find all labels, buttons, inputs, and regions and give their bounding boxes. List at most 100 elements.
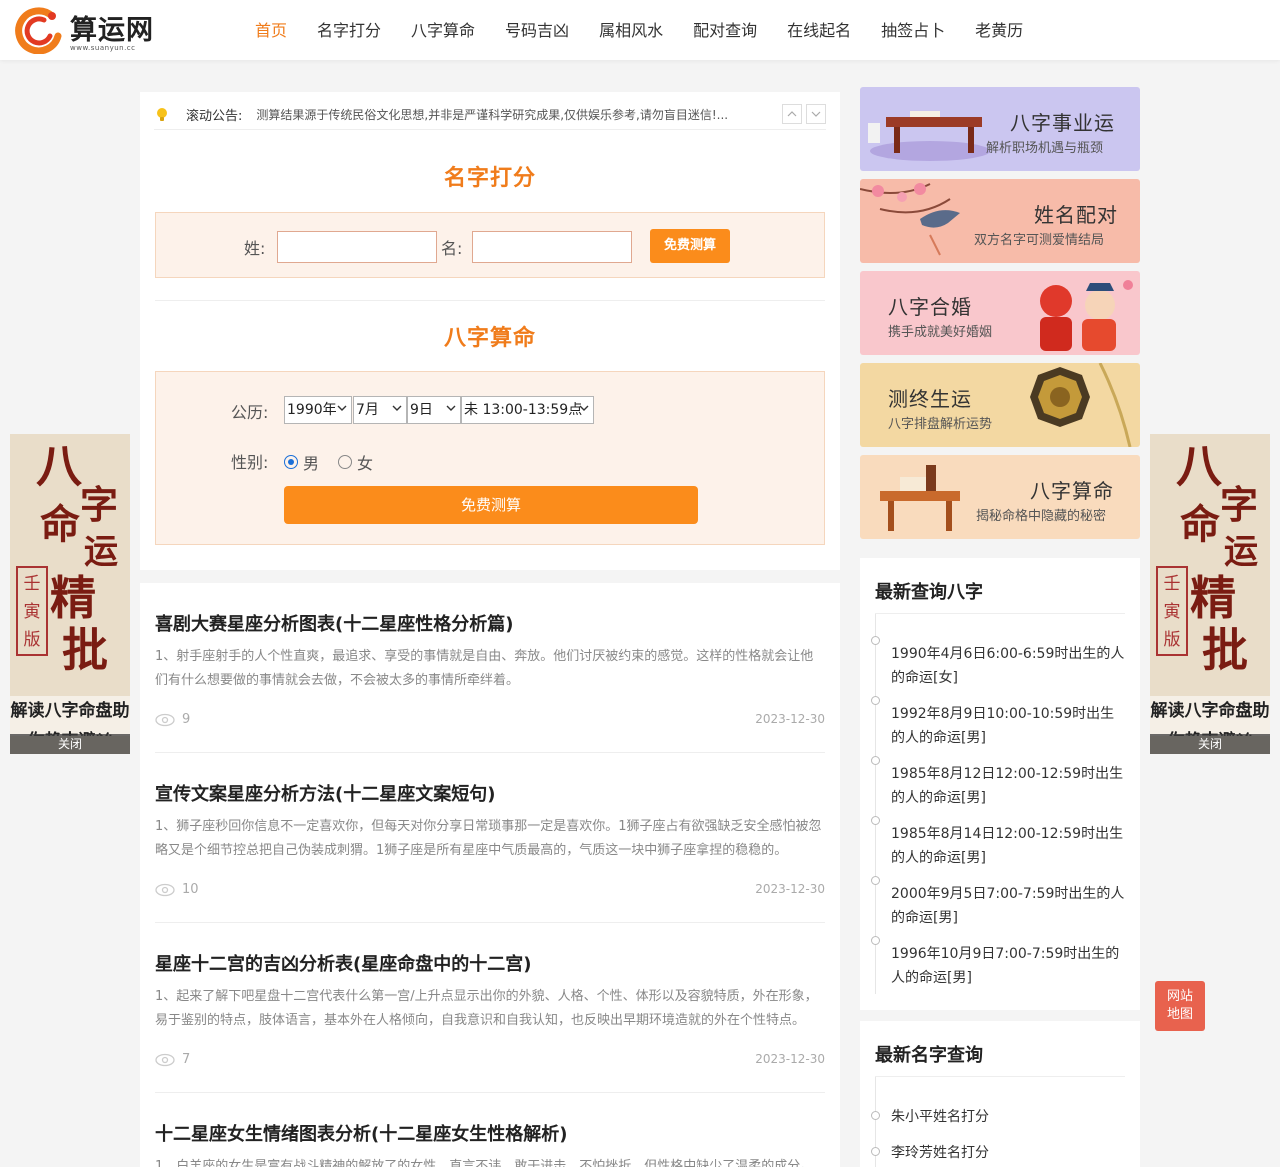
nav-number-luck[interactable]: 号码吉凶	[490, 0, 584, 60]
timeline-dot-icon	[871, 816, 880, 825]
banner-title: 姓名配对	[1034, 203, 1118, 227]
banner-subtitle: 双方名字可测爱情结局	[974, 233, 1105, 248]
bazi-title: 八字算命	[443, 326, 536, 351]
ad-char: 字	[80, 482, 119, 527]
banner-lifetime[interactable]: 测终生运 八字排盘解析运势	[860, 363, 1140, 447]
surname-label: 姓:	[244, 239, 266, 258]
timeline-dot-icon	[871, 1147, 880, 1156]
ad-char: 字	[1220, 482, 1259, 527]
right-side-ad[interactable]: 八 字 命 运 精 批 壬寅版 解读八字命盘助你趋吉避凶 关闭	[1150, 434, 1270, 754]
banner-subtitle: 揭秘命格中隐藏的秘密	[976, 509, 1107, 524]
nav-bazi[interactable]: 八字算命	[396, 0, 490, 60]
name-test-title: 名字打分	[443, 166, 536, 191]
banner-subtitle: 解析职场机遇与瓶颈	[986, 141, 1104, 156]
banner-subtitle: 携手成就美好婚姻	[888, 325, 993, 340]
sitemap-button[interactable]: 网站 地图	[1155, 981, 1205, 1031]
latest-bazi-title: 最新查询八字	[875, 582, 983, 603]
timeline-dot-icon	[871, 696, 880, 705]
logo-icon	[15, 7, 62, 54]
ad-char: 批	[1202, 623, 1248, 677]
timeline-dot-icon	[871, 876, 880, 885]
logo[interactable]: 算运网 www.suanyun.cc	[14, 6, 174, 54]
article-summary: 1、起来了解下吧星盘十二宫代表什么第一宫/上升点显示出你的外貌、人格、个性、体形…	[155, 989, 818, 1028]
ad-char: 八	[1176, 439, 1222, 493]
banner-name-match[interactable]: 姓名配对 双方名字可测爱情结局	[860, 179, 1140, 263]
latest-bazi-item[interactable]: 1996年10月9日7:00-7:59时出生的人的命运[男]	[891, 942, 1127, 990]
nav-naming[interactable]: 在线起名	[772, 0, 866, 60]
logo-url: www.suanyun.cc	[70, 44, 136, 52]
banner-marriage[interactable]: 八字合婚 携手成就美好婚姻	[860, 271, 1140, 355]
latest-bazi-item[interactable]: 1990年4月6日6:00-6:59时出生的人的命运[女]	[891, 642, 1127, 690]
close-ad-button[interactable]: 关闭	[10, 734, 130, 754]
gender-male-label: 男	[303, 454, 320, 473]
banner-title: 八字合婚	[888, 295, 972, 319]
hour-select[interactable]: 未 13:00-13:59点	[461, 396, 594, 424]
banner-subtitle: 八字排盘解析运势	[888, 417, 993, 432]
banner-title: 八字事业运	[1010, 111, 1115, 135]
timeline-dot-icon	[871, 936, 880, 945]
ad-stamp: 壬寅版	[16, 566, 48, 656]
latest-bazi-item[interactable]: 1992年8月9日10:00-10:59时出生的人的命运[男]	[891, 702, 1127, 750]
nav-home[interactable]: 首页	[240, 0, 302, 60]
nav-match[interactable]: 配对查询	[678, 0, 772, 60]
nav-divination[interactable]: 抽签占卜	[866, 0, 960, 60]
sitemap-label-line2: 地图	[1166, 1007, 1193, 1022]
article-title[interactable]: 宣传文案星座分析方法(十二星座文案短句)	[155, 783, 825, 807]
surname-input[interactable]	[277, 231, 437, 263]
close-ad-button[interactable]: 关闭	[1150, 734, 1270, 754]
latest-bazi-item[interactable]: 2000年9月5日7:00-7:59时出生的人的命运[男]	[891, 882, 1127, 930]
latest-name-item[interactable]: 李玲芳姓名打分	[891, 1141, 1127, 1165]
article-item: 十二星座女生情绪图表分析(十二星座女生性格解析) 1、白羊座的女生是富有战斗精神…	[155, 1123, 825, 1167]
lightbulb-icon	[157, 107, 167, 121]
article-title[interactable]: 喜剧大赛星座分析图表(十二星座性格分析篇)	[155, 613, 825, 637]
timeline-dot-icon	[871, 756, 880, 765]
latest-bazi-item[interactable]: 1985年8月12日12:00-12:59时出生的人的命运[男]	[891, 762, 1127, 810]
gender-label: 性别:	[231, 453, 269, 472]
month-select[interactable]: 7月	[353, 396, 407, 424]
ad-caption: 解读八字命盘助你趋吉避凶	[10, 696, 130, 736]
gender-female-radio[interactable]: 女	[338, 450, 373, 474]
banner-bazi[interactable]: 八字算命 揭秘命格中隐藏的秘密	[860, 455, 1140, 539]
name-test-button[interactable]: 免费测算	[650, 229, 730, 263]
nav-almanac[interactable]: 老黄历	[960, 0, 1038, 60]
article-meta: 7 2023-12-30	[155, 1051, 825, 1071]
ad-char: 批	[62, 623, 108, 677]
given-name-input[interactable]	[472, 231, 632, 263]
bazi-submit-button[interactable]: 免费测算	[284, 486, 698, 524]
article-title[interactable]: 星座十二宫的吉凶分析表(星座命盘中的十二宫)	[155, 953, 825, 977]
latest-name-item[interactable]: 朱小平姓名打分	[891, 1105, 1127, 1129]
article-date: 2023-12-30	[755, 712, 825, 726]
notice-down-button[interactable]	[806, 104, 826, 124]
gender-male-radio[interactable]: 男	[284, 450, 319, 474]
eye-icon	[155, 883, 175, 897]
nav-zodiac-fengshui[interactable]: 属相风水	[584, 0, 678, 60]
view-count: 10	[182, 882, 199, 897]
year-select[interactable]: 1990年	[284, 396, 352, 424]
main-nav: 首页 名字打分 八字算命 号码吉凶 属相风水 配对查询 在线起名 抽签占卜 老黄…	[240, 0, 1038, 60]
timeline-dot-icon	[871, 636, 880, 645]
latest-bazi-item[interactable]: 1985年8月14日12:00-12:59时出生的人的命运[男]	[891, 822, 1127, 870]
article-date: 2023-12-30	[755, 882, 825, 896]
ad-caption: 解读八字命盘助你趋吉避凶	[1150, 696, 1270, 736]
article-meta: 9 2023-12-30	[155, 711, 825, 731]
article-divider	[155, 922, 825, 923]
article-list: 喜剧大赛星座分析图表(十二星座性格分析篇) 1、射手座射手的人个性直爽，最追求、…	[140, 583, 840, 1167]
article-item: 喜剧大赛星座分析图表(十二星座性格分析篇) 1、射手座射手的人个性直爽，最追求、…	[155, 613, 825, 731]
article-item: 星座十二宫的吉凶分析表(星座命盘中的十二宫) 1、起来了解下吧星盘十二宫代表什么…	[155, 953, 825, 1071]
view-count: 9	[182, 712, 191, 727]
day-select[interactable]: 9日	[407, 396, 461, 424]
left-side-ad[interactable]: 八 字 命 运 精 批 壬寅版 解读八字命盘助你趋吉避凶 关闭	[10, 434, 130, 754]
notice-up-button[interactable]	[782, 104, 802, 124]
article-summary: 1、白羊座的女生是富有战斗精神的解放了的女性，直言不讳，敢干进击，不怕挫折，但性…	[155, 1159, 814, 1167]
banner-title: 八字算命	[1030, 479, 1114, 503]
article-summary: 1、狮子座秒回你信息不一定喜欢你，但每天对你分享日常琐事那一定是喜欢你。1狮子座…	[155, 819, 822, 858]
banner-career[interactable]: 八字事业运 解析职场机遇与瓶颈	[860, 87, 1140, 171]
header: 算运网 www.suanyun.cc 首页 名字打分 八字算命 号码吉凶 属相风…	[0, 0, 1280, 60]
nav-name-score[interactable]: 名字打分	[302, 0, 396, 60]
notice-arrows	[782, 104, 826, 124]
radio-unchecked-icon	[338, 455, 352, 469]
month-value: 7月	[356, 402, 379, 418]
notice-text[interactable]: 测算结果源于传统民俗文化思想,并非是严谨科学研究成果,仅供娱乐参考,请勿盲目迷信…	[256, 106, 736, 123]
article-title[interactable]: 十二星座女生情绪图表分析(十二星座女生性格解析)	[155, 1123, 825, 1147]
section-divider	[155, 300, 825, 301]
